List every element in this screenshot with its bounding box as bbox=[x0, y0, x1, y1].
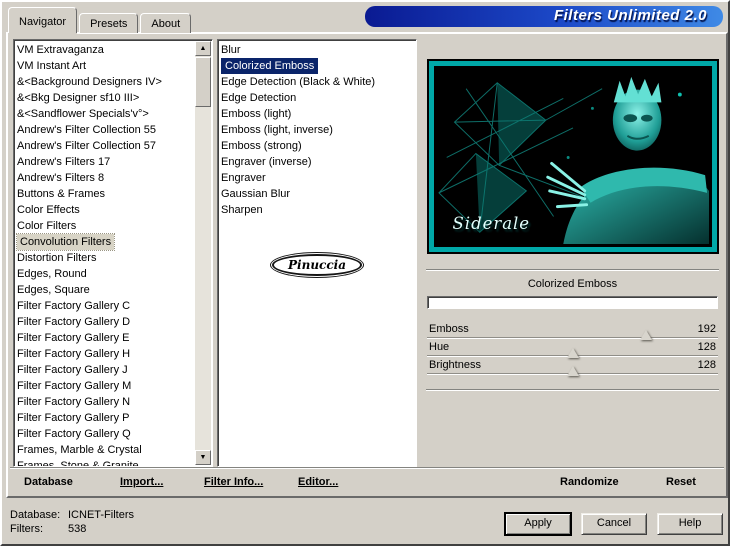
slider-value: 128 bbox=[697, 341, 716, 353]
scroll-up-icon[interactable]: ▲ bbox=[195, 41, 211, 56]
preview-caption: Siderale bbox=[453, 214, 530, 233]
progress-bar bbox=[427, 296, 718, 309]
main-panel: ▲ ▼ VM Extravaganza VM Instant Art &<Backg… bbox=[6, 32, 728, 498]
filter-item[interactable]: Engraver (inverse) bbox=[221, 154, 414, 170]
filter-item[interactable]: Blur bbox=[221, 42, 414, 58]
slider-value: 128 bbox=[697, 359, 716, 371]
filter-list: Pinuccia Blur Colorized Emboss Edge Detect… bbox=[217, 39, 417, 467]
category-list: ▲ ▼ VM Extravaganza VM Instant Art &<Backg… bbox=[13, 39, 213, 467]
import-button[interactable]: Import... bbox=[120, 476, 163, 488]
category-item[interactable]: Frames, Stone & Granite bbox=[17, 458, 212, 466]
tab-navigator[interactable]: Navigator bbox=[8, 7, 78, 33]
preview-frame: Siderale bbox=[427, 59, 719, 254]
category-item[interactable]: Filter Factory Gallery N bbox=[17, 394, 212, 410]
category-item[interactable]: VM Instant Art bbox=[17, 58, 212, 74]
slider-row: Hue 128 bbox=[427, 341, 718, 359]
filter-item[interactable]: Engraver bbox=[221, 170, 414, 186]
slider-row: Brightness 128 bbox=[427, 359, 718, 377]
slider-thumb[interactable] bbox=[567, 348, 580, 358]
preview-image: Siderale bbox=[434, 66, 712, 247]
filter-item[interactable]: Sharpen bbox=[221, 202, 414, 218]
category-item[interactable]: Andrew's Filters 17 bbox=[17, 154, 212, 170]
help-button[interactable]: Help bbox=[657, 513, 723, 535]
filters-count: 538 bbox=[68, 523, 87, 535]
slider-thumb[interactable] bbox=[567, 366, 580, 376]
tab-strip: Navigator Presets About bbox=[8, 7, 193, 33]
scroll-thumb[interactable] bbox=[195, 57, 211, 107]
toolbar: Database Import... Filter Info... Editor… bbox=[8, 467, 726, 496]
title-banner: Filters Unlimited 2.0 bbox=[365, 6, 723, 27]
right-panel: Siderale Colorized Emboss Emboss 192 Hue 12… bbox=[422, 39, 723, 467]
apply-button[interactable]: Apply bbox=[504, 512, 572, 536]
filter-item[interactable]: Gaussian Blur bbox=[221, 186, 414, 202]
category-item[interactable]: Filter Factory Gallery J bbox=[17, 362, 212, 378]
category-item[interactable]: VM Extravaganza bbox=[17, 42, 212, 58]
slider-label: Brightness bbox=[429, 359, 481, 371]
slider-track[interactable] bbox=[427, 337, 718, 339]
category-item[interactable]: Filter Factory Gallery E bbox=[17, 330, 212, 346]
slider-label: Hue bbox=[429, 341, 450, 353]
tab-about[interactable]: About bbox=[140, 13, 192, 33]
filter-item[interactable]: Colorized Emboss bbox=[221, 58, 319, 74]
filter-item[interactable]: Edge Detection bbox=[221, 90, 414, 106]
category-item[interactable]: Edges, Round bbox=[17, 266, 212, 282]
reset-button[interactable]: Reset bbox=[666, 476, 696, 488]
category-item[interactable]: Buttons & Frames bbox=[17, 186, 212, 202]
randomize-button[interactable]: Randomize bbox=[560, 476, 619, 488]
category-item[interactable]: Edges, Square bbox=[17, 282, 212, 298]
database-value: ICNET-Filters bbox=[68, 509, 134, 521]
database-label: Database: bbox=[10, 509, 61, 521]
editor-button[interactable]: Editor... bbox=[298, 476, 338, 488]
slider-label: Emboss bbox=[429, 323, 469, 335]
tab-presets[interactable]: Presets bbox=[79, 13, 139, 33]
preview-art: Siderale bbox=[437, 69, 709, 244]
filters-label: Filters: bbox=[10, 523, 43, 535]
category-item[interactable]: Convolution Filters bbox=[15, 233, 116, 251]
category-item[interactable]: Filter Factory Gallery Q bbox=[17, 426, 212, 442]
slider-thumb[interactable] bbox=[640, 330, 653, 340]
filter-item[interactable]: Edge Detection (Black & White) bbox=[221, 74, 414, 90]
category-item[interactable]: &<Background Designers IV> bbox=[17, 74, 212, 90]
slider-list: Emboss 192 Hue 128 Brightness 128 bbox=[427, 323, 718, 377]
category-item[interactable]: Distortion Filters bbox=[17, 250, 212, 266]
separator bbox=[426, 269, 719, 271]
separator bbox=[426, 389, 719, 391]
category-item[interactable]: Filter Factory Gallery D bbox=[17, 314, 212, 330]
category-item[interactable]: Filter Factory Gallery H bbox=[17, 346, 212, 362]
category-item[interactable]: Filter Factory Gallery P bbox=[17, 410, 212, 426]
category-item[interactable]: Color Effects bbox=[17, 202, 212, 218]
filter-item[interactable]: Emboss (strong) bbox=[221, 138, 414, 154]
category-item[interactable]: Color Filters bbox=[17, 218, 212, 234]
category-item[interactable]: &<Sandflower Specials'v°> bbox=[17, 106, 212, 122]
category-scrollbar[interactable]: ▲ ▼ bbox=[195, 41, 211, 465]
toolbar-separator bbox=[10, 467, 724, 469]
slider-value: 192 bbox=[697, 323, 716, 335]
selected-filter-title: Colorized Emboss bbox=[527, 278, 618, 290]
filter-info-button[interactable]: Filter Info... bbox=[204, 476, 263, 488]
watermark-badge: Pinuccia bbox=[272, 254, 362, 276]
category-item[interactable]: Andrew's Filters 8 bbox=[17, 170, 212, 186]
cancel-button[interactable]: Cancel bbox=[581, 513, 647, 535]
scroll-down-icon[interactable]: ▼ bbox=[195, 450, 211, 465]
category-item[interactable]: Frames, Marble & Crystal bbox=[17, 442, 212, 458]
filter-item[interactable]: Emboss (light, inverse) bbox=[221, 122, 414, 138]
status-bar: Database: ICNET-Filters Filters: 538 App… bbox=[2, 498, 728, 544]
filter-item[interactable]: Emboss (light) bbox=[221, 106, 414, 122]
category-item[interactable]: Andrew's Filter Collection 57 bbox=[17, 138, 212, 154]
database-button[interactable]: Database bbox=[24, 476, 73, 488]
category-item[interactable]: Filter Factory Gallery M bbox=[17, 378, 212, 394]
slider-row: Emboss 192 bbox=[427, 323, 718, 341]
category-item[interactable]: Filter Factory Gallery C bbox=[17, 298, 212, 314]
category-item[interactable]: &<Bkg Designer sf10 III> bbox=[17, 90, 212, 106]
category-item[interactable]: Andrew's Filter Collection 55 bbox=[17, 122, 212, 138]
filters-unlimited-window: Navigator Presets About Filters Unlimite… bbox=[0, 0, 730, 546]
